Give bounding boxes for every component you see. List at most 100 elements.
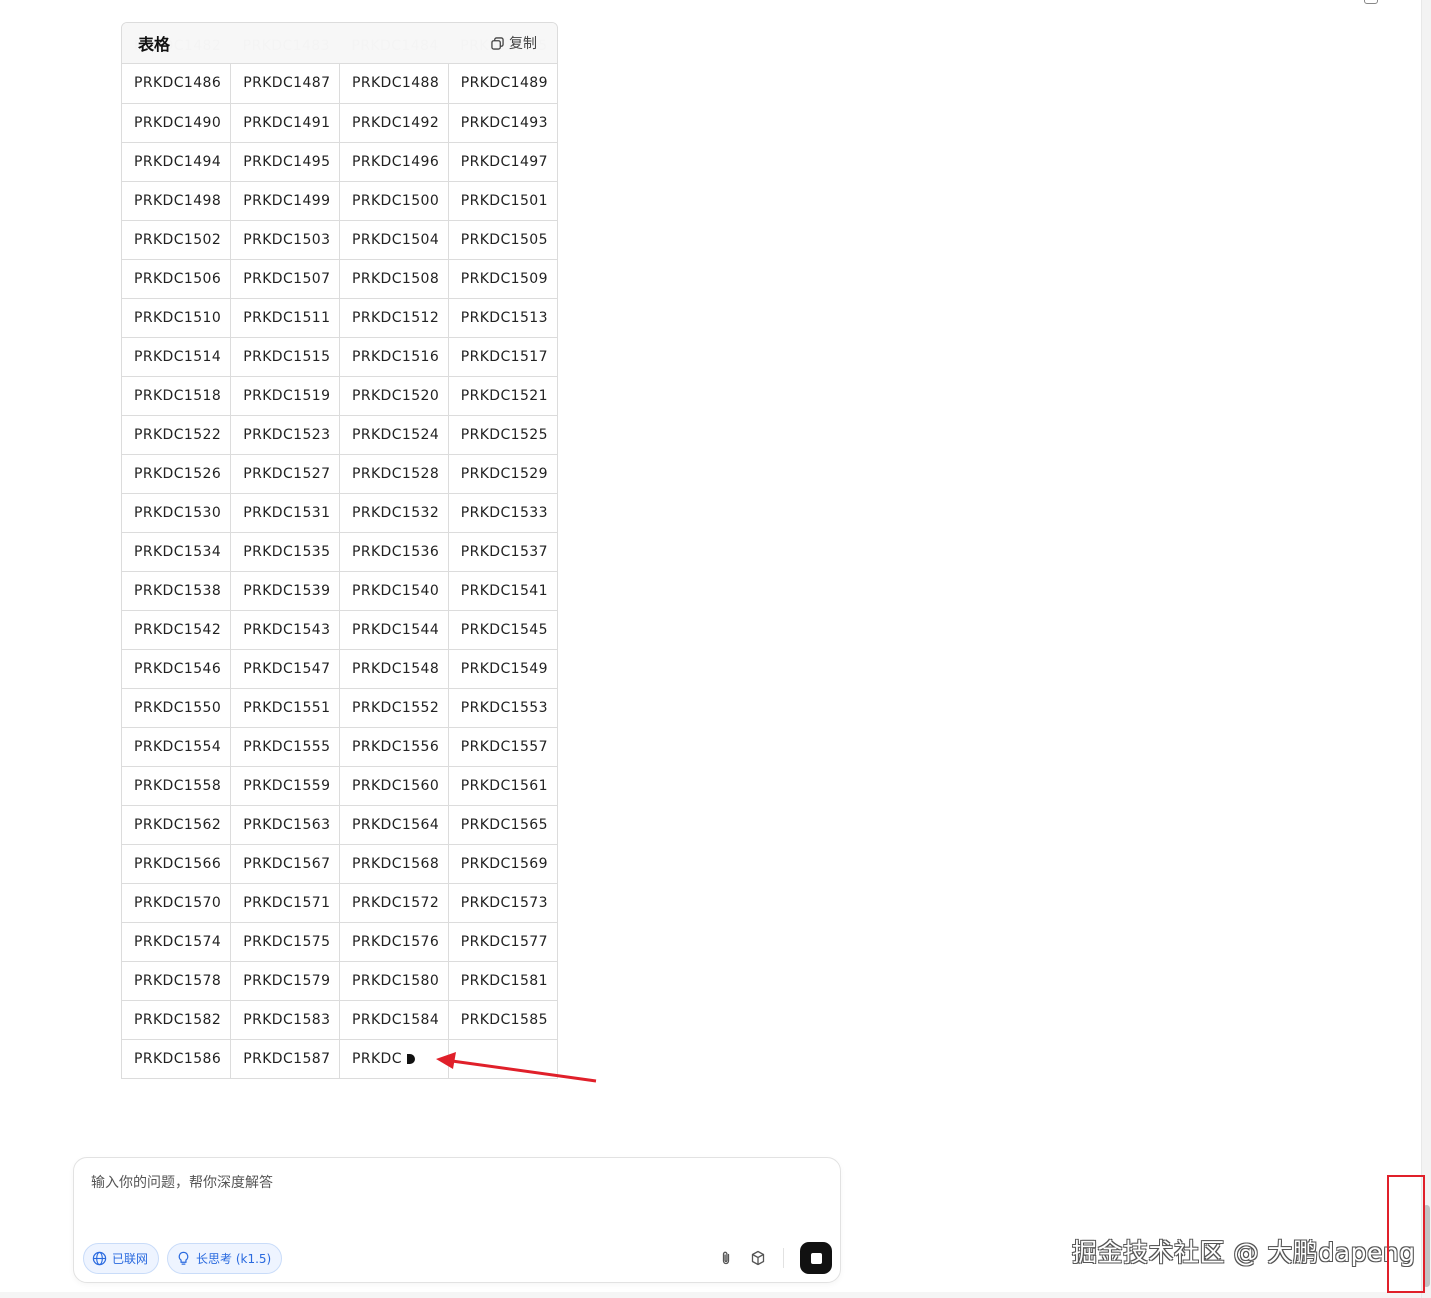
table-cell: PRKDC1578: [122, 961, 232, 1001]
table-cell: PRKDC1586: [122, 1039, 232, 1078]
table-row: PRKDC1506 PRKDC1507 PRKDC1508 PRKDC1509: [122, 259, 557, 299]
table-row: PRKDC1522 PRKDC1523 PRKDC1524 PRKDC1525: [122, 415, 557, 455]
tool-button[interactable]: [749, 1249, 767, 1267]
table-row: PRKDC1502 PRKDC1503 PRKDC1504 PRKDC1505: [122, 220, 557, 260]
table-cell: PRKDC1499: [230, 181, 340, 221]
table-cell: PRKDC1570: [122, 883, 232, 923]
streaming-cursor-icon: [406, 1053, 415, 1064]
table-cell: PRKDC1572: [339, 883, 449, 923]
table-row: PRKDC1574 PRKDC1575 PRKDC1576 PRKDC1577: [122, 922, 557, 962]
table-cell: PRKDC1522: [122, 415, 232, 455]
scrollbar-track[interactable]: [1421, 0, 1431, 1298]
annotation-arrow: [436, 1052, 597, 1083]
input-tools: [717, 1242, 832, 1274]
table-cell: PRKDC1544: [339, 610, 449, 650]
table-cell: PRKDC1584: [339, 1000, 449, 1040]
mode-chips: 已联网 长思考 (k1.5): [83, 1243, 283, 1274]
table-cell: PRKDC1490: [122, 103, 232, 143]
table-cell: PRKDC1587: [230, 1039, 340, 1078]
table-cell-text: PRKDC1586: [134, 1050, 222, 1067]
table-row: PRKDC1566 PRKDC1567 PRKDC1568 PRKDC1569: [122, 844, 557, 884]
table-cell: PRKDC1521: [448, 376, 557, 416]
table-row: PRKDC1546 PRKDC1547 PRKDC1548 PRKDC1549: [122, 649, 557, 689]
table-row: PRKDC1570 PRKDC1571 PRKDC1572 PRKDC1573: [122, 883, 557, 923]
table-cell: PRKDC1518: [122, 376, 232, 416]
table-cell: PRKDC1543: [230, 610, 340, 650]
table-cell: PRKDC1486: [122, 64, 232, 104]
globe-icon: [92, 1251, 107, 1266]
table-cell: PRKDC1519: [230, 376, 340, 416]
table-cell: PRKDC1511: [230, 298, 340, 338]
table-cell: PRKDC1497: [448, 142, 557, 182]
table-cell: PRKDC1583: [230, 1000, 340, 1040]
table-cell: PRKDC1546: [122, 649, 232, 689]
table-cell: PRKDC1500: [339, 181, 449, 221]
copy-button[interactable]: 复制: [491, 33, 537, 53]
table-cell: PRKDC1517: [448, 337, 557, 377]
table-cell: PRKDC1491: [230, 103, 340, 143]
table-cell: PRKDC1492: [339, 103, 449, 143]
table-cell: PRKDC1530: [122, 493, 232, 533]
table-row: PRKDC1530 PRKDC1531 PRKDC1532 PRKDC1533: [122, 493, 557, 533]
online-toggle[interactable]: 已联网: [83, 1243, 160, 1274]
table-cell-text: PRKDC1587: [243, 1050, 331, 1067]
table-cell: PRKDC1537: [448, 532, 557, 572]
table-cell: PRKDC1510: [122, 298, 232, 338]
question-input[interactable]: [91, 1172, 811, 1232]
long-thinking-toggle[interactable]: 长思考 (k1.5): [167, 1243, 283, 1274]
table-cell: PRKDC1528: [339, 454, 449, 494]
table-row: PRKDC1578 PRKDC1579 PRKDC1580 PRKDC1581: [122, 961, 557, 1001]
cube-icon: [751, 1250, 765, 1266]
table-cell: PRKDC1577: [448, 922, 557, 962]
bottom-strip: [0, 1292, 1421, 1298]
table-cell: PRKDC1554: [122, 727, 232, 767]
table-cell: PRKDC1558: [122, 766, 232, 806]
table-cell: PRKDC1574: [122, 922, 232, 962]
chat-input-box: 已联网 长思考 (k1.5): [73, 1157, 841, 1283]
table-cell: PRKDC1498: [122, 181, 232, 221]
stop-generation-button[interactable]: [800, 1242, 832, 1274]
table-cell: PRKDC1496: [339, 142, 449, 182]
attach-button[interactable]: [717, 1249, 735, 1267]
table-cell: PRKDC1548: [339, 649, 449, 689]
table-row: PRKDC1490 PRKDC1491 PRKDC1492 PRKDC1493: [122, 103, 557, 143]
table-cell: PRKDC1552: [339, 688, 449, 728]
table-cell: PRKDC1532: [339, 493, 449, 533]
table-cell: PRKDC1520: [339, 376, 449, 416]
table-cell: PRKDC1509: [448, 259, 557, 299]
table-cell: PRKDC1512: [339, 298, 449, 338]
table-cell: PRKDC1501: [448, 181, 557, 221]
table-row: PRKDC1538 PRKDC1539 PRKDC1540 PRKDC1541: [122, 571, 557, 611]
table-cell: PRKDC1508: [339, 259, 449, 299]
table-cell: PRKDC1564: [339, 805, 449, 845]
toolbar-divider: [783, 1248, 784, 1268]
table-cell: PRKDC1527: [230, 454, 340, 494]
table-cell: PRKDC1542: [122, 610, 232, 650]
corner-icon: [1364, 0, 1378, 4]
data-table: PRKDC1486 PRKDC1487 PRKDC1488 PRKDC1489 PRKD…: [122, 64, 557, 1078]
table-cell: PRKDC1488: [339, 64, 449, 104]
table-cell: PRKDC1568: [339, 844, 449, 884]
table-cell: PRKDC1531: [230, 493, 340, 533]
table-cell: PRKDC1505: [448, 220, 557, 260]
table-card: PRKDC1482 PRKDC1483 PRKDC1484 PRKDC1485 …: [121, 22, 558, 1079]
table-row: PRKDC1486 PRKDC1487 PRKDC1488 PRKDC1489: [122, 64, 557, 104]
copy-icon: [491, 36, 504, 50]
table-cell: PRKDC1489: [448, 64, 557, 104]
table-row: PRKDC1558 PRKDC1559 PRKDC1560 PRKDC1561: [122, 766, 557, 806]
table-cell: PRKDC1549: [448, 649, 557, 689]
table-row: PRKDC1514 PRKDC1515 PRKDC1516 PRKDC1517: [122, 337, 557, 377]
table-cell: PRKDC1581: [448, 961, 557, 1001]
table-cell: PRKDC1533: [448, 493, 557, 533]
table-cell: PRKDC1567: [230, 844, 340, 884]
long-thinking-label: 长思考 (k1.5): [196, 1252, 272, 1266]
table-cell: PRKDC1545: [448, 610, 557, 650]
table-cell: PRKDC1540: [339, 571, 449, 611]
table-row: PRKDC1498 PRKDC1499 PRKDC1500 PRKDC1501: [122, 181, 557, 221]
table-cell: PRKDC1571: [230, 883, 340, 923]
table-cell: PRKDC1556: [339, 727, 449, 767]
table-cell: PRKDC1502: [122, 220, 232, 260]
table-cell: PRKDC1535: [230, 532, 340, 572]
table-cell: PRKDC1529: [448, 454, 557, 494]
table-cell: PRKDC1562: [122, 805, 232, 845]
